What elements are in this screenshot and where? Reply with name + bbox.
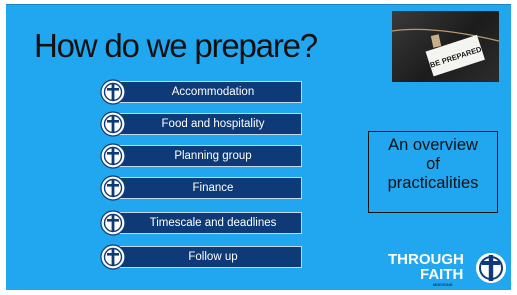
overview-line-1: An overview xyxy=(388,136,478,154)
list-item-label: Follow up xyxy=(114,246,302,268)
tfm-badge-icon xyxy=(100,175,126,201)
list-item-timescale-and-deadlines: Timescale and deadlines xyxy=(100,210,302,236)
tfm-badge-icon xyxy=(100,210,126,236)
list-item-label: Finance xyxy=(114,177,302,199)
slide: How do we prepare? Accommodation Food an… xyxy=(6,4,511,290)
list-item-label: Timescale and deadlines xyxy=(114,212,302,234)
overview-line-2: of xyxy=(426,155,440,173)
list-item-food-and-hospitality: Food and hospitality xyxy=(100,111,302,137)
logo-line-3: MISSIONS xyxy=(433,282,453,287)
tfm-badge-icon xyxy=(100,244,126,270)
list-item-follow-up: Follow up xyxy=(100,244,302,270)
tfm-badge-icon xyxy=(100,79,126,105)
be-prepared-photo: BE PREPARED xyxy=(392,11,499,82)
overview-box: An overview of practicalities xyxy=(368,131,498,213)
logo-line-2: FAITH xyxy=(420,266,463,283)
overview-line-3: practicalities xyxy=(387,174,479,192)
list-item-planning-group: Planning group xyxy=(100,143,302,169)
slide-title: How do we prepare? xyxy=(34,27,318,64)
list-item-label: Food and hospitality xyxy=(114,113,302,135)
list-item-accommodation: Accommodation xyxy=(100,79,302,105)
list-item-finance: Finance xyxy=(100,175,302,201)
list-item-label: Planning group xyxy=(114,145,302,167)
tfm-badge-icon xyxy=(100,111,126,137)
through-faith-missions-logo: THROUGH FAITH MISSIONS xyxy=(386,248,511,288)
tfm-badge-icon xyxy=(100,143,126,169)
list-item-label: Accommodation xyxy=(114,81,302,103)
